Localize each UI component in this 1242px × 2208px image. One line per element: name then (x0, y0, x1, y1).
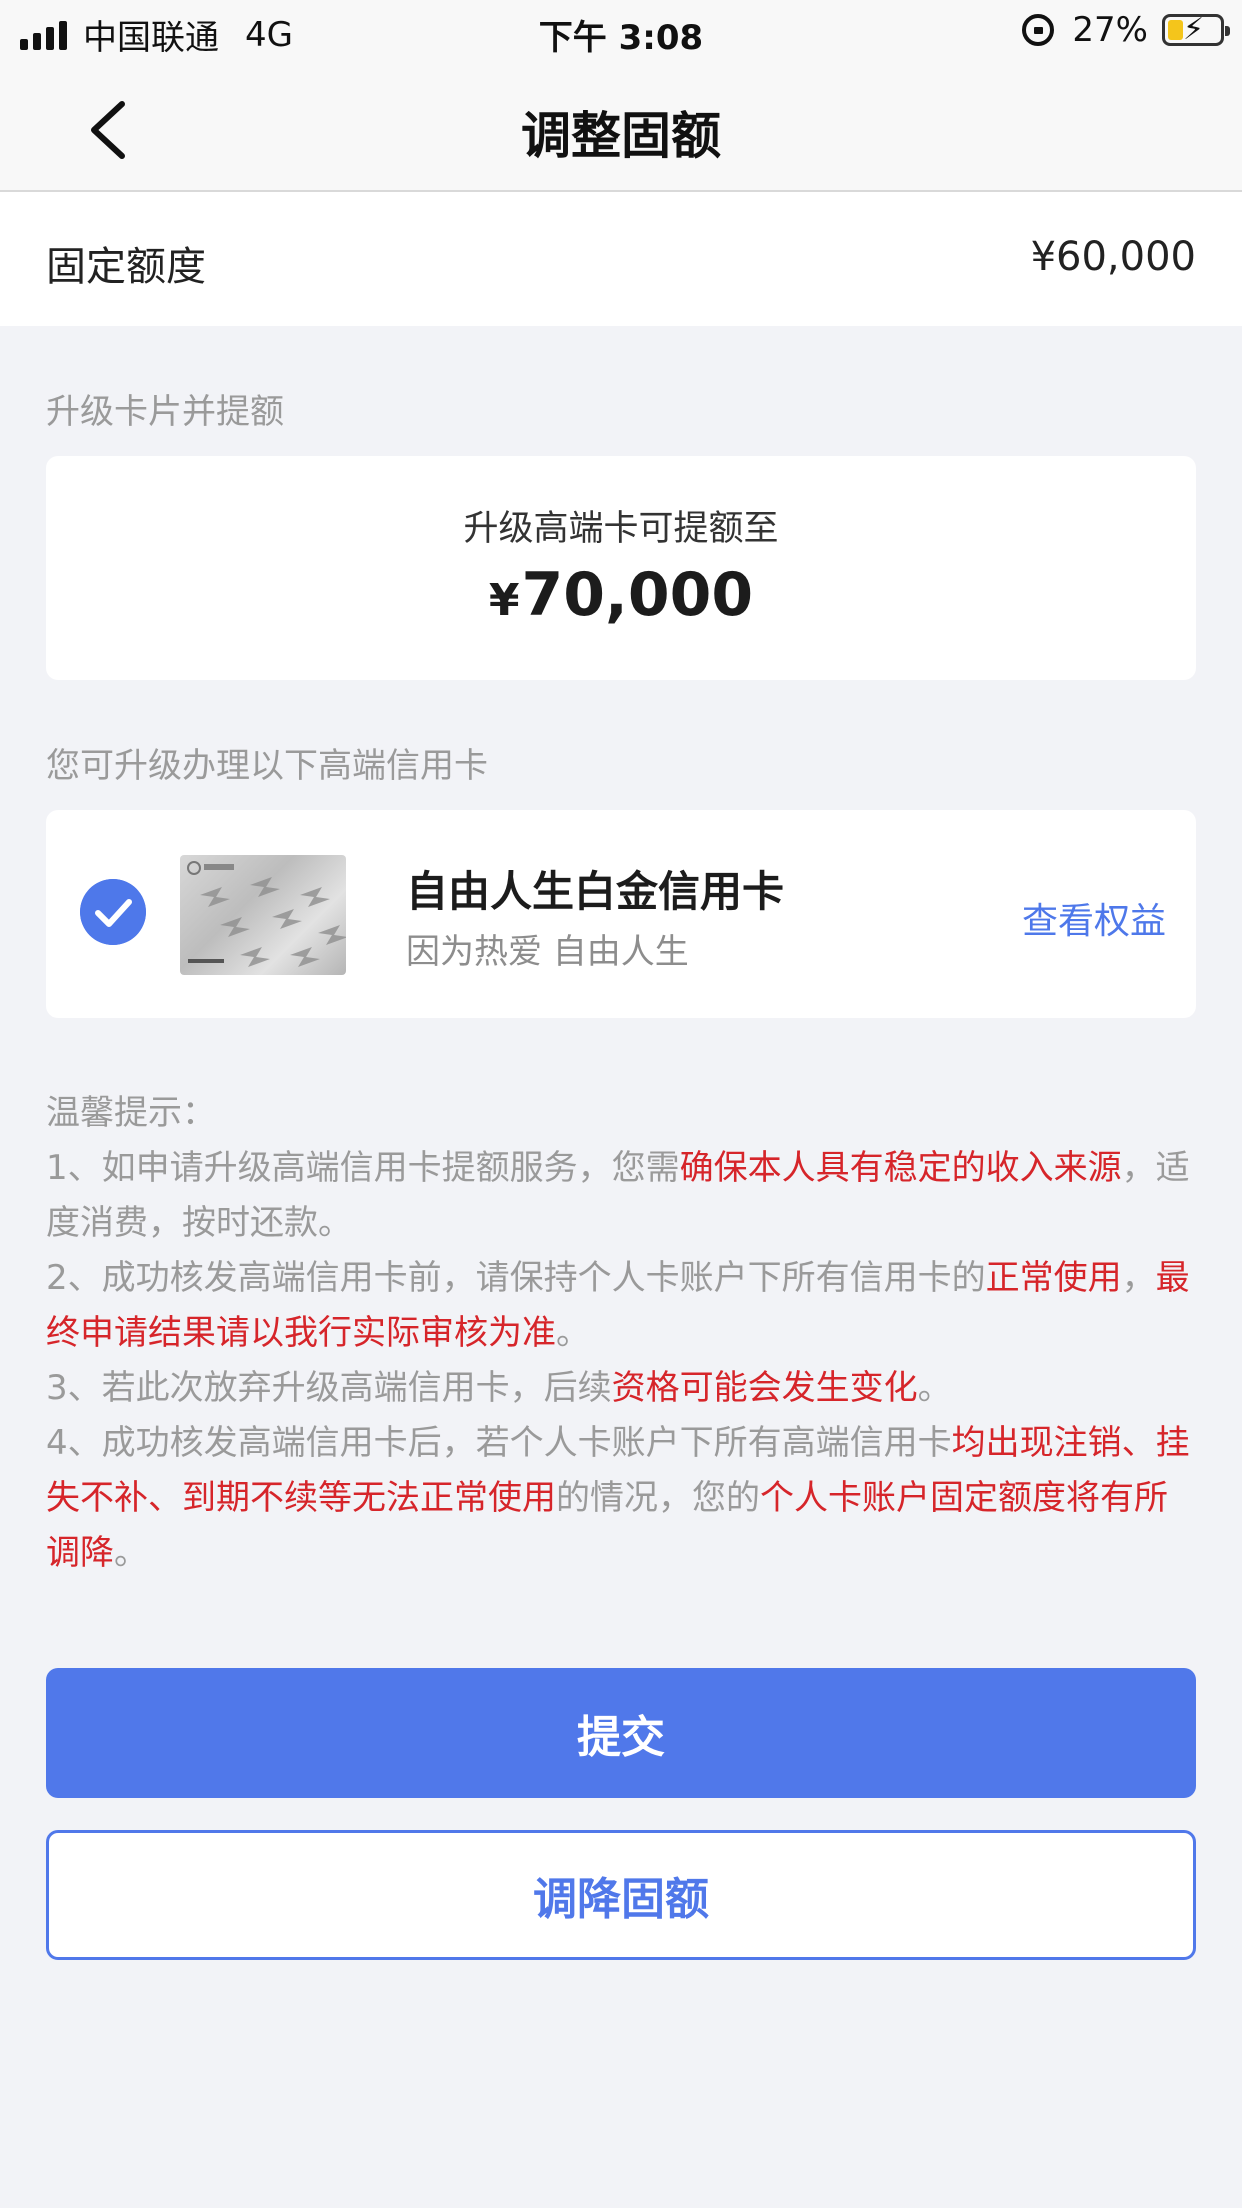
amount-value: 70,000 (521, 560, 754, 630)
tips-block: 温馨提示： 1、如申请升级高端信用卡提额服务，您需确保本人具有稳定的收入来源，适… (46, 1086, 1196, 1581)
view-benefits-link[interactable]: 查看权益 (1022, 892, 1166, 944)
tip-text: 。 (917, 1368, 952, 1408)
credit-card-image (180, 855, 346, 975)
credit-card-option[interactable]: 自由人生白金信用卡 因为热爱 自由人生 查看权益 (46, 810, 1196, 1018)
fixed-limit-row: 固定额度 ¥60,000 (0, 192, 1242, 326)
tips-item: 2、成功核发高端信用卡前，请保持个人卡账户下所有信用卡的正常使用，最终申请结果请… (46, 1251, 1196, 1361)
upgrade-limit-card: 升级高端卡可提额至 ¥70,000 (46, 456, 1196, 680)
page-title: 调整固额 (521, 107, 721, 165)
tip-highlight: 确保本人具有稳定的收入来源 (679, 1148, 1122, 1188)
fixed-limit-value: ¥60,000 (1030, 234, 1196, 280)
currency-symbol: ¥ (488, 575, 520, 626)
checkmark-circle-icon[interactable] (80, 879, 146, 945)
tips-item: 4、成功核发高端信用卡后，若个人卡账户下所有高端信用卡均出现注销、挂失不补、到期… (46, 1416, 1196, 1581)
tip-highlight: 资格可能会发生变化 (611, 1368, 918, 1408)
tip-text: 4、成功核发高端信用卡后，若个人卡账户下所有高端信用卡 (46, 1423, 952, 1463)
tip-text: 。 (114, 1533, 148, 1573)
lower-limit-button[interactable]: 调降固额 (46, 1830, 1196, 1960)
tip-text: 的情况，您的 (556, 1478, 760, 1518)
tip-text: 3、若此次放弃升级高端信用卡，后续 (46, 1368, 612, 1408)
upgrade-limit-amount: ¥70,000 (46, 560, 1196, 630)
tip-text: ， (1121, 1258, 1156, 1298)
orientation-lock-icon (1022, 14, 1055, 46)
fixed-limit-label: 固定额度 (46, 244, 206, 290)
tip-text: 。 (556, 1313, 590, 1353)
submit-button[interactable]: 提交 (46, 1668, 1196, 1798)
cards-section-label: 您可升级办理以下高端信用卡 (46, 746, 488, 786)
tips-item: 1、如申请升级高端信用卡提额服务，您需确保本人具有稳定的收入来源，适度消费，按时… (46, 1141, 1196, 1251)
tips-item: 3、若此次放弃升级高端信用卡，后续资格可能会发生变化。 (46, 1361, 1196, 1416)
page: 中国联通 4G 下午 3:08 27% ⚡ 调整固额 固定额度 ¥60,000 … (0, 0, 1242, 2208)
tip-highlight: 正常使用 (985, 1258, 1122, 1298)
battery-icon: ⚡ (1162, 13, 1230, 47)
tip-text: 1、如申请升级高端信用卡提额服务，您需 (46, 1148, 680, 1188)
upgrade-section-label: 升级卡片并提额 (46, 392, 284, 432)
upgrade-limit-text: 升级高端卡可提额至 (463, 509, 779, 549)
credit-card-name: 自由人生白金信用卡 (406, 867, 785, 916)
battery-percent: 27% (1072, 10, 1148, 50)
tips-title: 温馨提示： (46, 1093, 216, 1133)
status-bar: 中国联通 4G 下午 3:08 27% ⚡ (0, 0, 1242, 62)
nav-bar: 调整固额 (0, 62, 1242, 192)
tip-text: 2、成功核发高端信用卡前，请保持个人卡账户下所有信用卡的 (46, 1258, 986, 1298)
credit-card-slogan: 因为热爱 自由人生 (406, 932, 689, 972)
